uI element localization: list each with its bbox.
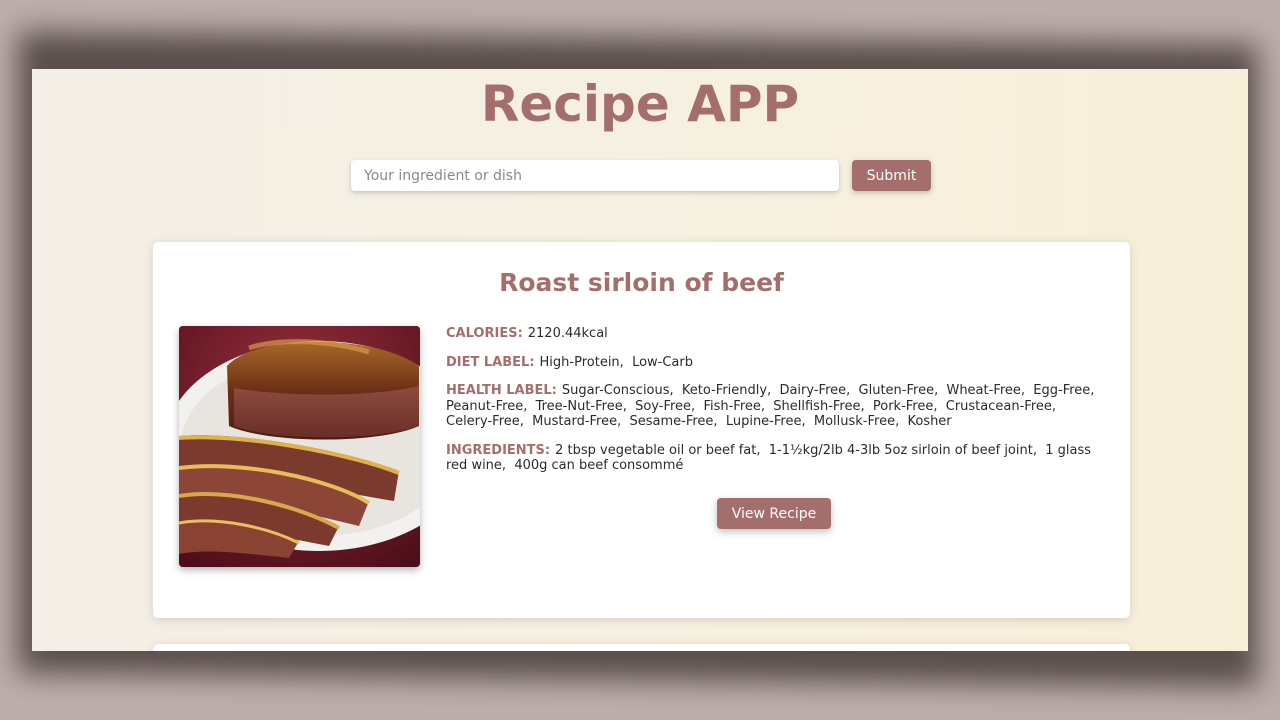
app-screen: Recipe APP Submit Roast sirloin of beef — [32, 69, 1248, 651]
ingredients-label: INGREDIENTS: — [446, 442, 551, 458]
next-recipe-card — [153, 644, 1130, 651]
recipe-image — [179, 326, 420, 567]
diet-label: DIET LABEL: — [446, 354, 535, 370]
diet-row: DIET LABEL: High-Protein, Low-Carb — [446, 355, 1096, 371]
recipe-info: CALORIES: 2120.44kcal DIET LABEL: High-Pro… — [446, 326, 1096, 487]
health-label: HEALTH LABEL: — [446, 383, 557, 398]
view-recipe-button[interactable]: View Recipe — [717, 498, 831, 529]
search-bar: Submit — [351, 160, 931, 192]
recipe-title: Roast sirloin of beef — [499, 268, 784, 297]
calories-label: CALORIES: — [446, 326, 523, 341]
health-row: HEALTH LABEL: Sugar-Conscious, Keto-Frien… — [446, 383, 1096, 430]
app-title: Recipe APP — [480, 75, 800, 133]
ingredients-row: INGREDIENTS: 2 tbsp vegetable oil or beef… — [446, 443, 1096, 474]
search-input[interactable] — [351, 160, 839, 191]
roast-beef-photo — [179, 326, 420, 567]
calories-value: 2120.44kcal — [527, 326, 608, 341]
diet-value: High-Protein, Low-Carb — [539, 354, 693, 370]
calories-row: CALORIES: 2120.44kcal — [446, 326, 1096, 342]
recipe-card: Roast sirloin of beef CALORIES: 2120.44k… — [153, 242, 1130, 618]
submit-button[interactable]: Submit — [852, 160, 931, 191]
